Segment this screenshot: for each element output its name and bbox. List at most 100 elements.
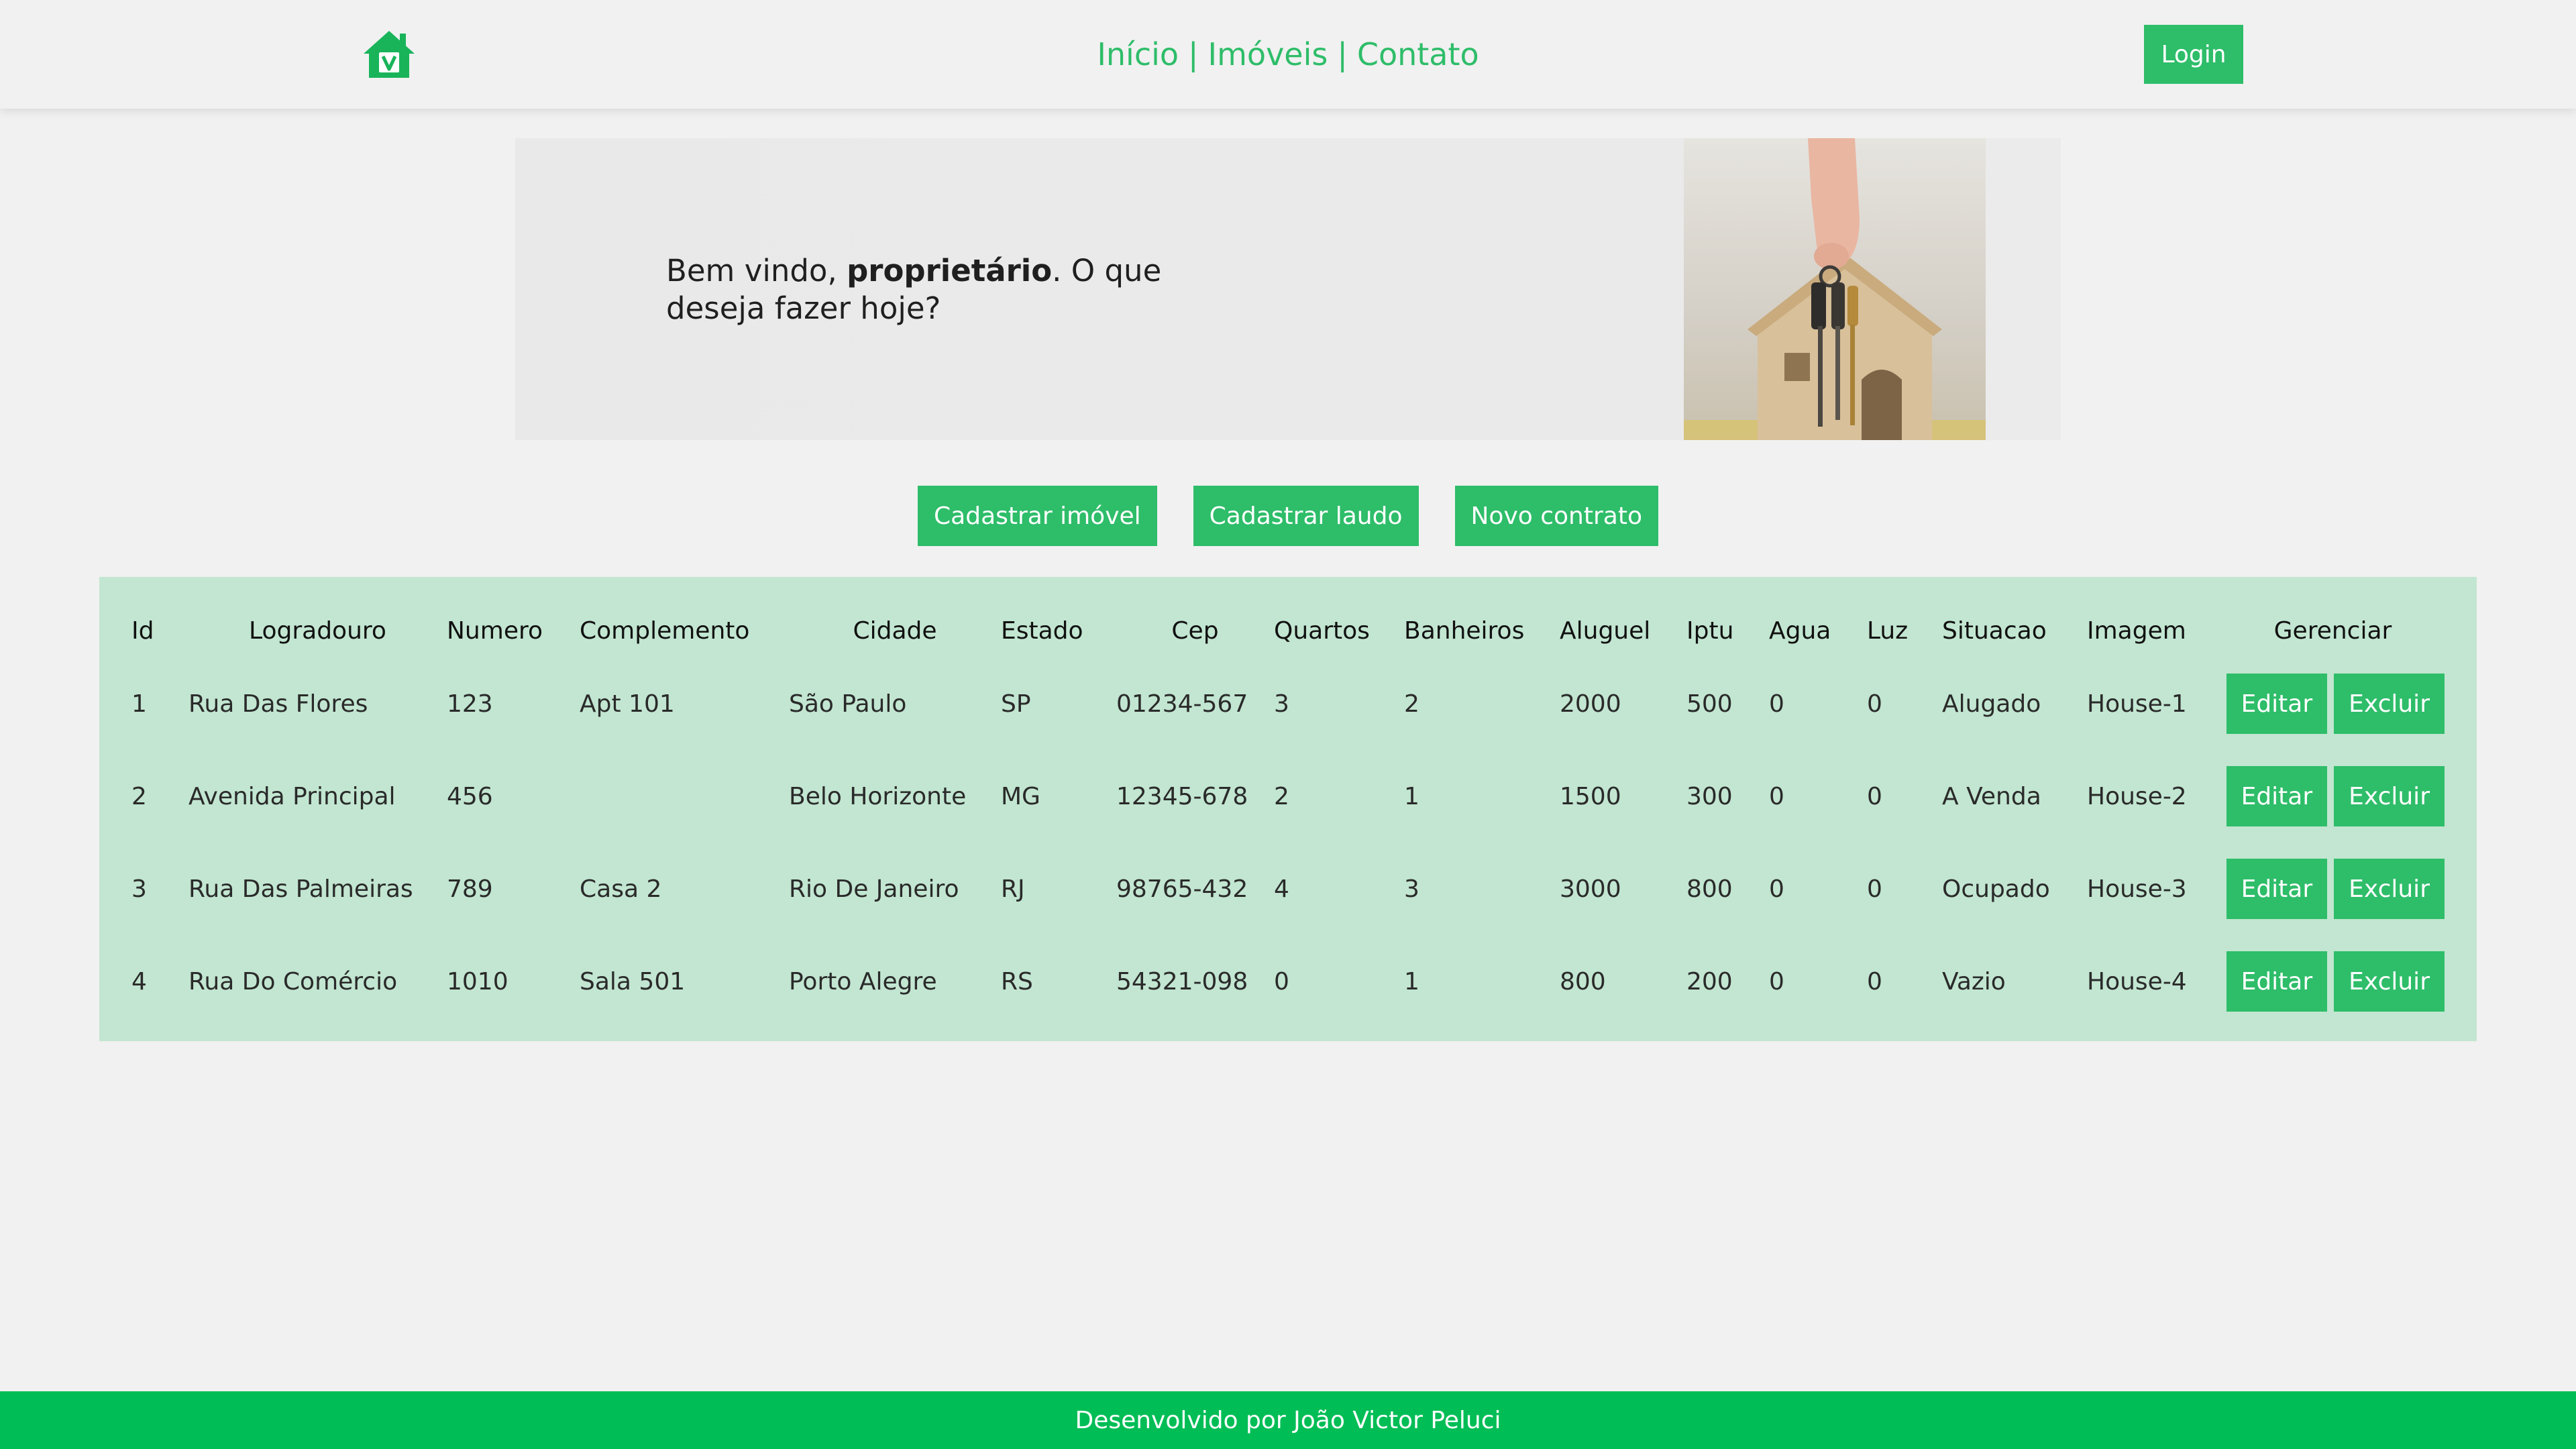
nav-contato-link[interactable]: Contato — [1357, 36, 1479, 72]
edit-button[interactable]: Editar — [2226, 859, 2328, 919]
cell-numero: 456 — [447, 782, 493, 810]
column-header-banheiros: Banheiros — [1404, 616, 1525, 645]
cell-gerenciar: Editar Excluir — [2221, 935, 2445, 1028]
novo-contrato-button[interactable]: Novo contrato — [1454, 486, 1658, 546]
cell-luz: 0 — [1867, 967, 1882, 996]
column-header-complemento: Complemento — [580, 616, 750, 645]
house-with-keys-illustration — [1684, 138, 1986, 440]
cell-situacao: Vazio — [1942, 967, 2006, 996]
nav-inicio-link[interactable]: Início — [1097, 36, 1179, 72]
cell-id: 4 — [131, 967, 147, 996]
page-footer: Desenvolvido por João Victor Peluci — [0, 1391, 2576, 1449]
delete-button[interactable]: Excluir — [2334, 859, 2445, 919]
login-button[interactable]: Login — [2144, 25, 2243, 84]
cell-agua: 0 — [1769, 690, 1784, 718]
cell-agua: 0 — [1769, 782, 1784, 810]
cell-cep: 98765-432 — [1116, 875, 1248, 903]
cadastrar-laudo-button[interactable]: Cadastrar laudo — [1193, 486, 1419, 546]
cell-aluguel: 2000 — [1560, 690, 1621, 718]
cell-banheiros: 3 — [1404, 875, 1419, 903]
edit-button[interactable]: Editar — [2226, 674, 2328, 734]
cell-numero: 123 — [447, 690, 493, 718]
cell-situacao: Alugado — [1942, 690, 2041, 718]
cell-cidade: Porto Alegre — [789, 967, 937, 996]
cell-situacao: Ocupado — [1942, 875, 2050, 903]
cell-imagem: House-1 — [2087, 690, 2187, 718]
column-header-iptu: Iptu — [1686, 616, 1734, 645]
top-navbar: Início | Imóveis | Contato Login — [0, 0, 2576, 109]
cell-agua: 0 — [1769, 967, 1784, 996]
cell-logradouro: Avenida Principal — [189, 782, 396, 810]
edit-button[interactable]: Editar — [2226, 766, 2328, 826]
cell-quartos: 4 — [1274, 875, 1289, 903]
house-keys-image — [1684, 138, 1986, 440]
properties-table: Id Logradouro Numero Complemento Cidade … — [131, 604, 2445, 1028]
cell-luz: 0 — [1867, 782, 1882, 810]
cell-logradouro: Rua Das Flores — [189, 690, 368, 718]
cell-quartos: 0 — [1274, 967, 1289, 996]
cell-banheiros: 2 — [1404, 690, 1419, 718]
cell-imagem: House-4 — [2087, 967, 2187, 996]
column-header-cep: Cep — [1171, 616, 1219, 645]
cell-estado: RS — [1001, 967, 1033, 996]
properties-table-panel: Id Logradouro Numero Complemento Cidade … — [99, 577, 2477, 1041]
cadastrar-imovel-button[interactable]: Cadastrar imóvel — [918, 486, 1157, 546]
cell-numero: 1010 — [447, 967, 508, 996]
table-row: 1 Rua Das Flores 123 Apt 101 São Paulo S… — [131, 657, 2445, 750]
table-row: 4 Rua Do Comércio 1010 Sala 501 Porto Al… — [131, 935, 2445, 1028]
cell-banheiros: 1 — [1404, 967, 1419, 996]
cell-complemento — [580, 750, 789, 843]
delete-button[interactable]: Excluir — [2334, 951, 2445, 1012]
cell-cidade: Belo Horizonte — [789, 782, 967, 810]
cell-aluguel: 3000 — [1560, 875, 1621, 903]
cell-gerenciar: Editar Excluir — [2221, 750, 2445, 843]
cell-estado: SP — [1001, 690, 1031, 718]
welcome-prefix: Bem vindo, — [666, 253, 847, 288]
delete-button[interactable]: Excluir — [2334, 674, 2445, 734]
delete-button[interactable]: Excluir — [2334, 766, 2445, 826]
cell-cidade: Rio De Janeiro — [789, 875, 959, 903]
cell-estado: MG — [1001, 782, 1040, 810]
edit-button[interactable]: Editar — [2226, 951, 2328, 1012]
cell-numero: 789 — [447, 875, 493, 903]
cell-banheiros: 1 — [1404, 782, 1419, 810]
cell-cep: 12345-678 — [1116, 782, 1248, 810]
cell-situacao: A Venda — [1942, 782, 2041, 810]
cell-iptu: 200 — [1686, 967, 1733, 996]
house-icon[interactable] — [361, 28, 417, 80]
cell-id: 3 — [131, 875, 147, 903]
cell-quartos: 2 — [1274, 782, 1289, 810]
cell-gerenciar: Editar Excluir — [2221, 843, 2445, 935]
nav-imoveis-link[interactable]: Imóveis — [1208, 36, 1328, 72]
column-header-agua: Agua — [1769, 616, 1831, 645]
cell-agua: 0 — [1769, 875, 1784, 903]
cell-cep: 54321-098 — [1116, 967, 1248, 996]
table-row: 3 Rua Das Palmeiras 789 Casa 2 Rio De Ja… — [131, 843, 2445, 935]
cell-quartos: 3 — [1274, 690, 1289, 718]
cell-luz: 0 — [1867, 690, 1882, 718]
cell-imagem: House-3 — [2087, 875, 2187, 903]
cell-logradouro: Rua Do Comércio — [189, 967, 398, 996]
cell-complemento: Apt 101 — [580, 690, 675, 718]
column-header-quartos: Quartos — [1274, 616, 1370, 645]
cell-estado: RJ — [1001, 875, 1025, 903]
cell-aluguel: 800 — [1560, 967, 1606, 996]
cell-complemento: Casa 2 — [580, 875, 662, 903]
column-header-estado: Estado — [1001, 616, 1083, 645]
welcome-banner: Bem vindo, proprietário. O que deseja fa… — [515, 138, 2061, 440]
column-header-cidade: Cidade — [853, 616, 937, 645]
cell-iptu: 500 — [1686, 690, 1733, 718]
cell-cidade: São Paulo — [789, 690, 907, 718]
action-bar: Cadastrar imóvel Cadastrar laudo Novo co… — [0, 486, 2576, 546]
welcome-role: proprietário — [847, 253, 1053, 288]
column-header-logradouro: Logradouro — [249, 616, 386, 645]
column-header-situacao: Situacao — [1942, 616, 2047, 645]
table-row: 2 Avenida Principal 456 Belo Horizonte M… — [131, 750, 2445, 843]
cell-luz: 0 — [1867, 875, 1882, 903]
cell-cep: 01234-567 — [1116, 690, 1248, 718]
nav-separator: | — [1337, 36, 1348, 72]
cell-complemento: Sala 501 — [580, 967, 686, 996]
welcome-message: Bem vindo, proprietário. O que deseja fa… — [666, 252, 1270, 327]
column-header-numero: Numero — [447, 616, 543, 645]
column-header-gerenciar: Gerenciar — [2273, 616, 2392, 645]
